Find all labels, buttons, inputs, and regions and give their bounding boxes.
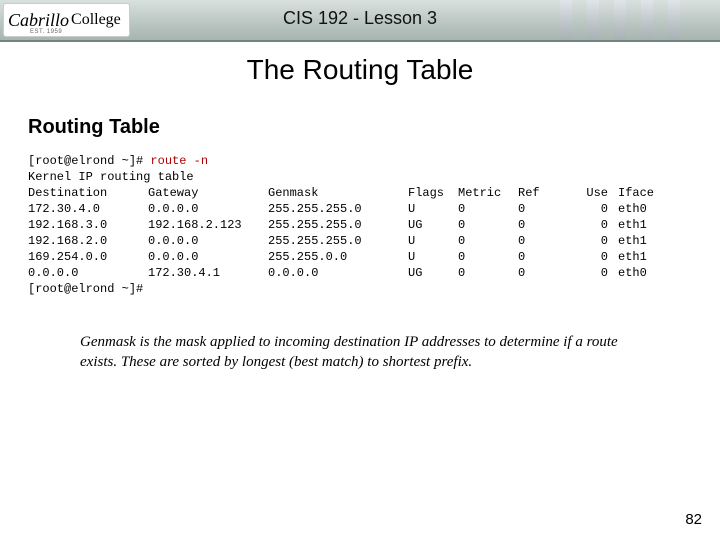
cell-flags: UG <box>408 217 458 233</box>
table-row: 192.168.2.0 0.0.0.0 255.255.255.0 U 0 0 … <box>28 233 720 249</box>
section-heading: Routing Table <box>28 116 720 139</box>
hdr-metric: Metric <box>458 185 518 201</box>
hdr-flags: Flags <box>408 185 458 201</box>
route-command: route -n <box>150 154 208 168</box>
page-number: 82 <box>685 511 702 528</box>
cell-gateway: 172.30.4.1 <box>148 265 268 281</box>
terminal-prompt-end: [root@elrond ~]# <box>28 281 720 297</box>
table-header-row: Destination Gateway Genmask Flags Metric… <box>28 185 720 201</box>
kernel-line: Kernel IP routing table <box>28 169 720 185</box>
cell-metric: 0 <box>458 249 518 265</box>
table-row: 172.30.4.0 0.0.0.0 255.255.255.0 U 0 0 0… <box>28 201 720 217</box>
cell-ref: 0 <box>518 249 568 265</box>
cell-genmask: 255.255.255.0 <box>268 201 398 217</box>
cell-use: 0 <box>568 217 608 233</box>
terminal-prompt-line: [root@elrond ~]# route -n <box>28 153 720 169</box>
cell-use: 0 <box>568 249 608 265</box>
cell-gateway: 0.0.0.0 <box>148 233 268 249</box>
hdr-iface: Iface <box>618 185 668 201</box>
cell-ref: 0 <box>518 217 568 233</box>
cell-iface: eth0 <box>618 201 668 217</box>
cell-use: 0 <box>568 233 608 249</box>
cell-genmask: 255.255.255.0 <box>268 233 398 249</box>
cell-destination: 192.168.3.0 <box>28 217 148 233</box>
table-row: 0.0.0.0 172.30.4.1 0.0.0.0 UG 0 0 0 eth0 <box>28 265 720 281</box>
cell-gateway: 0.0.0.0 <box>148 249 268 265</box>
course-title: CIS 192 - Lesson 3 <box>0 8 720 29</box>
cell-gateway: 0.0.0.0 <box>148 201 268 217</box>
slide-title: The Routing Table <box>0 54 720 86</box>
cell-destination: 169.254.0.0 <box>28 249 148 265</box>
cell-iface: eth0 <box>618 265 668 281</box>
terminal-output: [root@elrond ~]# route -n Kernel IP rout… <box>28 153 720 297</box>
hdr-use: Use <box>568 185 608 201</box>
cell-metric: 0 <box>458 233 518 249</box>
cell-destination: 172.30.4.0 <box>28 201 148 217</box>
cell-flags: U <box>408 201 458 217</box>
cell-genmask: 0.0.0.0 <box>268 265 398 281</box>
hdr-genmask: Genmask <box>268 185 398 201</box>
table-row: 169.254.0.0 0.0.0.0 255.255.0.0 U 0 0 0 … <box>28 249 720 265</box>
cell-ref: 0 <box>518 265 568 281</box>
hdr-destination: Destination <box>28 185 148 201</box>
cell-metric: 0 <box>458 201 518 217</box>
table-row: 192.168.3.0 192.168.2.123 255.255.255.0 … <box>28 217 720 233</box>
cell-genmask: 255.255.0.0 <box>268 249 398 265</box>
cell-destination: 0.0.0.0 <box>28 265 148 281</box>
cell-iface: eth1 <box>618 249 668 265</box>
hdr-ref: Ref <box>518 185 568 201</box>
cell-flags: U <box>408 249 458 265</box>
cell-flags: UG <box>408 265 458 281</box>
cell-flags: U <box>408 233 458 249</box>
cell-use: 0 <box>568 265 608 281</box>
prompt-prefix: [root@elrond ~]# <box>28 154 150 168</box>
cell-use: 0 <box>568 201 608 217</box>
explanation-text: Genmask is the mask applied to incoming … <box>80 333 650 372</box>
cell-ref: 0 <box>518 201 568 217</box>
cell-ref: 0 <box>518 233 568 249</box>
cell-iface: eth1 <box>618 233 668 249</box>
cell-genmask: 255.255.255.0 <box>268 217 398 233</box>
cell-gateway: 192.168.2.123 <box>148 217 268 233</box>
cell-metric: 0 <box>458 217 518 233</box>
logo-est-text: EST. 1959 <box>30 29 62 35</box>
cell-destination: 192.168.2.0 <box>28 233 148 249</box>
cell-iface: eth1 <box>618 217 668 233</box>
hdr-gateway: Gateway <box>148 185 268 201</box>
slide-header: Cabrillo College EST. 1959 CIS 192 - Les… <box>0 0 720 42</box>
cell-metric: 0 <box>458 265 518 281</box>
